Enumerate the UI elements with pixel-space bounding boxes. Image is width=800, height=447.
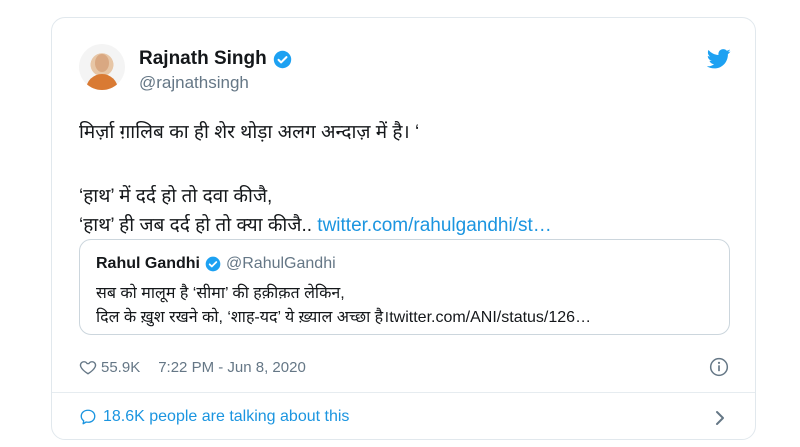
- tweet-card: Rajnath Singh @rajnathsingh मिर्ज़ा ग़ाल…: [51, 17, 756, 440]
- verified-badge-icon: [273, 50, 291, 68]
- quoted-tweet[interactable]: Rahul Gandhi @RahulGandhi सब को मालूम है…: [79, 239, 730, 335]
- quoted-author-handle: @RahulGandhi: [226, 255, 336, 272]
- author-name[interactable]: Rajnath Singh: [139, 48, 267, 70]
- author-handle[interactable]: @rajnathsingh: [139, 73, 249, 93]
- avatar-shirt: [86, 74, 118, 90]
- tweet-link[interactable]: twitter.com/rahulgandhi/st…: [317, 215, 551, 236]
- comment-bubble-icon: [80, 409, 96, 425]
- tweet-text-line-2: ‘हाथ’ में दर्द हो तो दवा कीजै,: [79, 186, 273, 207]
- divider: [52, 392, 755, 393]
- tweet-meta-row: 55.9K 7:22 PM - Jun 8, 2020: [79, 358, 306, 376]
- author-avatar[interactable]: [79, 44, 125, 90]
- tweet-text-line-1: मिर्ज़ा ग़ालिब का ही शेर थोड़ा अलग अन्दा…: [79, 122, 420, 143]
- conversation-text[interactable]: 18.6K people are talking about this: [103, 408, 349, 426]
- quoted-tweet-text: सब को मालूम है ‘सीमा’ की हक़ीक़त लेकिन, …: [96, 282, 716, 330]
- quoted-text-line-2: दिल के ख़ुश रखने को, ‘शाह-यद’ ये ख़्याल …: [96, 309, 592, 326]
- quoted-tweet-header: Rahul Gandhi @RahulGandhi: [96, 255, 336, 273]
- heart-icon[interactable]: [79, 358, 97, 376]
- quoted-text-line-1: सब को मालूम है ‘सीमा’ की हक़ीक़त लेकिन,: [96, 285, 345, 302]
- verified-badge-icon: [205, 256, 221, 272]
- twitter-bird-icon[interactable]: [707, 49, 731, 69]
- tweet-text: मिर्ज़ा ग़ालिब का ही शेर थोड़ा अलग अन्दा…: [79, 118, 729, 240]
- author-name-row: Rajnath Singh: [139, 48, 292, 70]
- tweet-text-line-3: ‘हाथ’ ही जब दर्द हो तो क्या कीजै.. twitt…: [79, 211, 729, 240]
- tweet-text-line-3-prefix: ‘हाथ’ ही जब दर्द हो तो क्या कीजै..: [79, 215, 313, 236]
- quoted-author-name: Rahul Gandhi: [96, 255, 200, 272]
- like-count[interactable]: 55.9K: [101, 359, 140, 376]
- info-icon[interactable]: [709, 357, 729, 377]
- avatar-face: [95, 54, 109, 72]
- chevron-right-icon[interactable]: [714, 410, 726, 426]
- conversation-link[interactable]: 18.6K people are talking about this: [79, 408, 349, 426]
- tweet-timestamp[interactable]: 7:22 PM - Jun 8, 2020: [158, 359, 306, 376]
